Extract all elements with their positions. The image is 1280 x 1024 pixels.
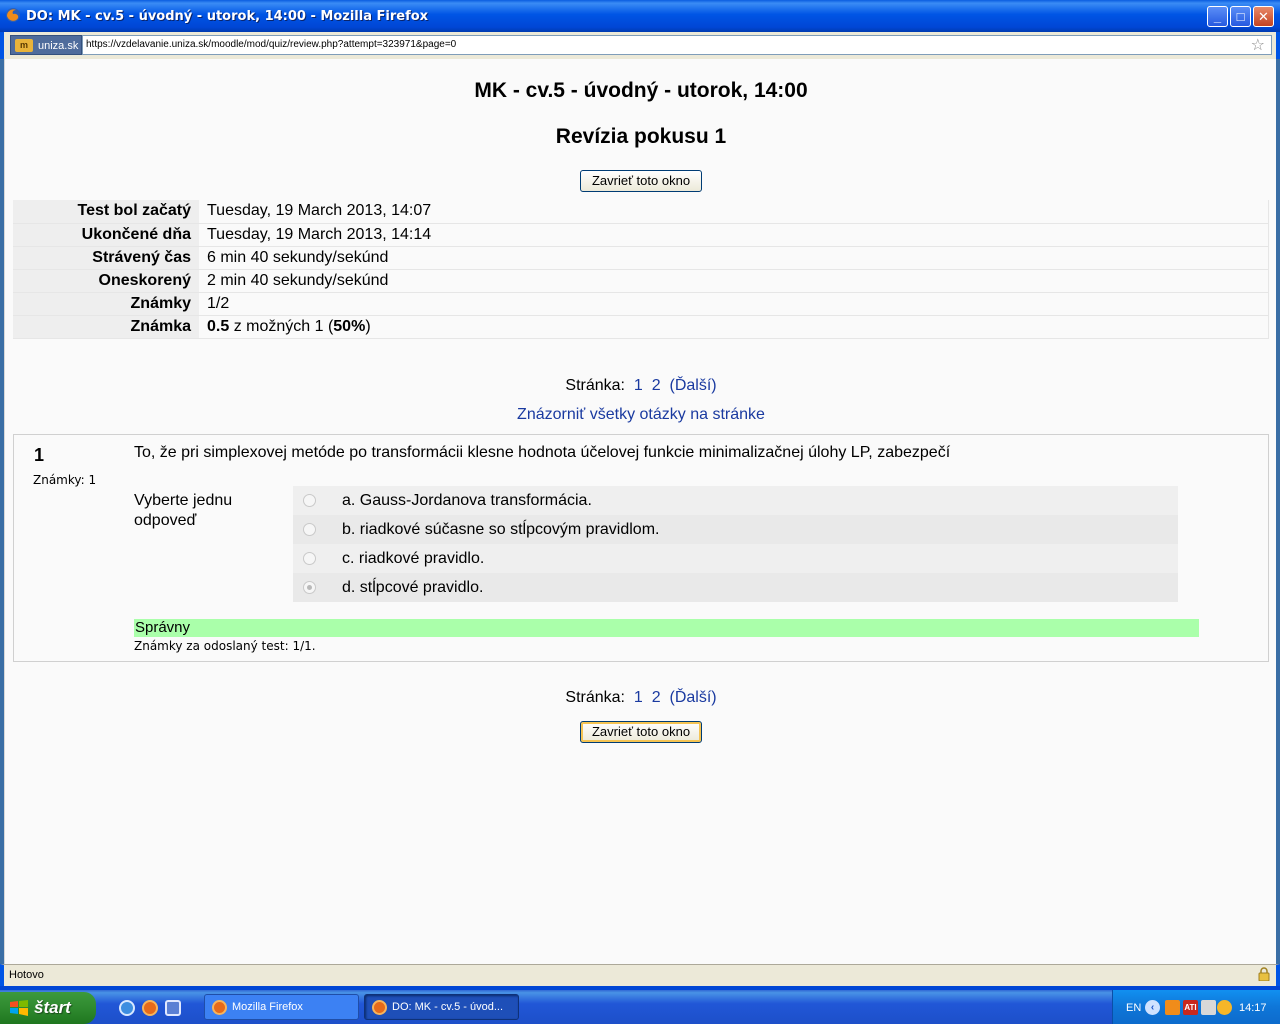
attempt-summary-table: Test bol začatý Tuesday, 19 March 2013, …	[13, 200, 1269, 339]
maximize-button[interactable]: □	[1230, 6, 1251, 27]
summary-row: Test bol začatý Tuesday, 19 March 2013, …	[13, 200, 1269, 224]
review-title: Revízia pokusu 1	[555, 125, 727, 148]
next-page-link[interactable]: (Ďalší)	[669, 689, 716, 706]
page-link-2[interactable]: 2	[652, 377, 661, 394]
page-viewport: MK - cv.5 - úvodný - utorok, 14:00 Revíz…	[4, 59, 1276, 964]
close-window-page-button-bottom[interactable]: Zavrieť toto okno	[580, 721, 702, 743]
summary-value: Tuesday, 19 March 2013, 14:07	[199, 200, 1269, 224]
grade-points: 0.5	[207, 317, 230, 335]
summary-label: Oneskorený	[13, 269, 199, 293]
app-quicklaunch-icon[interactable]	[165, 1000, 181, 1016]
answer-label: b. riadkové súčasne so stĺpcovým pravidl…	[342, 521, 660, 538]
summary-value: Tuesday, 19 March 2013, 14:14	[199, 223, 1269, 247]
firefox-icon	[372, 1000, 387, 1015]
page-link-2[interactable]: 2	[652, 689, 661, 706]
summary-label: Známky	[13, 292, 199, 316]
result-note: Známky za odoslaný test: 1/1.	[134, 639, 316, 653]
question-number: 1	[34, 445, 45, 465]
radio-button[interactable]	[303, 523, 316, 536]
taskbar-item-label: Mozilla Firefox	[232, 1001, 303, 1013]
answer-option[interactable]: d. stĺpcové pravidlo.	[293, 573, 1178, 602]
radio-button[interactable]	[303, 494, 316, 507]
tray-app-icon[interactable]	[1165, 1000, 1180, 1015]
answer-option[interactable]: b. riadkové súčasne so stĺpcovým pravidl…	[293, 515, 1178, 544]
pagination-label: Stránka:	[565, 377, 625, 394]
summary-label: Strávený čas	[13, 246, 199, 270]
show-all-questions-link[interactable]: Znázorniť všetky otázky na stránke	[5, 406, 1276, 424]
system-tray: EN ‹ ATI 14:17	[1112, 990, 1280, 1024]
answer-label: c. riadkové pravidlo.	[342, 550, 485, 567]
summary-row: Známky 1/2	[13, 292, 1269, 316]
radio-button-selected[interactable]	[303, 581, 316, 594]
window-title: DO: MK - cv.5 - úvodný - utorok, 14:00 -…	[26, 9, 429, 24]
pagination: Stránka: 1 2 (Ďalší)	[5, 377, 1276, 395]
grade-text: z možných 1 (	[229, 317, 334, 335]
summary-row: Oneskorený 2 min 40 sekundy/sekúnd	[13, 269, 1269, 293]
taskbar: štart Mozilla Firefox DO: MK - cv.5 - úv…	[0, 990, 1280, 1024]
answer-list: a. Gauss-Jordanova transformácia. b. ria…	[293, 486, 1178, 602]
question-marks: Známky: 1	[33, 473, 97, 487]
summary-value: 2 min 40 sekundy/sekúnd	[199, 269, 1269, 293]
firefox-icon	[212, 1000, 227, 1015]
page-link-1[interactable]: 1	[634, 377, 643, 394]
network-tray-icon[interactable]	[1201, 1000, 1216, 1015]
taskbar-item-label: DO: MK - cv.5 - úvod...	[392, 1001, 504, 1013]
address-bar: m uniza.sk https://vzdelavanie.uniza.sk/…	[0, 32, 1280, 59]
next-page-link[interactable]: (Ďalší)	[669, 377, 716, 394]
close-window-page-button[interactable]: Zavrieť toto okno	[580, 170, 702, 192]
radio-button[interactable]	[303, 552, 316, 565]
summary-value: 6 min 40 sekundy/sekúnd	[199, 246, 1269, 270]
firefox-quicklaunch-icon[interactable]	[142, 1000, 158, 1016]
windows-logo-icon	[10, 1000, 28, 1016]
pagination-bottom: Stránka: 1 2 (Ďalší)	[5, 689, 1276, 707]
summary-label: Známka	[13, 315, 199, 339]
lock-icon[interactable]	[1258, 967, 1270, 981]
answer-label: d. stĺpcové pravidlo.	[342, 579, 484, 596]
grade-close: )	[365, 317, 371, 335]
answer-label: a. Gauss-Jordanova transformácia.	[342, 492, 592, 509]
start-button[interactable]: štart	[0, 992, 96, 1024]
security-tray-icon[interactable]	[1217, 1000, 1232, 1015]
site-favicon-icon: m	[15, 39, 33, 52]
site-identity-badge[interactable]: m uniza.sk	[10, 35, 82, 55]
firefox-icon	[6, 8, 20, 22]
grade-percent: 50%	[333, 317, 366, 335]
language-indicator[interactable]: EN	[1126, 1002, 1141, 1014]
site-identity-label: uniza.sk	[38, 40, 79, 52]
question-prompt: Vyberte jednu odpoveď	[134, 492, 233, 529]
result-banner: Správny	[134, 619, 1199, 637]
summary-row: Známka 0.5 z možných 1 (50%)	[13, 315, 1269, 339]
status-bar: Hotovo	[0, 964, 1280, 986]
summary-value: 0.5 z možných 1 (50%)	[199, 315, 1269, 339]
taskbar-item-quiz-window[interactable]: DO: MK - cv.5 - úvod...	[364, 994, 519, 1020]
ati-tray-icon[interactable]: ATI	[1183, 1000, 1198, 1015]
internet-explorer-icon[interactable]	[119, 1000, 135, 1016]
url-text: https://vzdelavanie.uniza.sk/moodle/mod/…	[86, 39, 457, 50]
clock[interactable]: 14:17	[1239, 1002, 1267, 1014]
summary-value: 1/2	[199, 292, 1269, 316]
answer-option[interactable]: a. Gauss-Jordanova transformácia.	[293, 486, 1178, 515]
question-box: 1 Známky: 1 To, že pri simplexovej metód…	[13, 434, 1269, 662]
page-link-1[interactable]: 1	[634, 689, 643, 706]
window-titlebar[interactable]: DO: MK - cv.5 - úvodný - utorok, 14:00 -…	[0, 0, 1280, 32]
close-window-button[interactable]: ✕	[1253, 6, 1274, 27]
summary-label: Test bol začatý	[13, 200, 199, 224]
pagination-label: Stránka:	[565, 689, 625, 706]
summary-row: Strávený čas 6 min 40 sekundy/sekúnd	[13, 246, 1269, 270]
tray-expand-icon[interactable]: ‹	[1145, 1000, 1160, 1015]
minimize-button[interactable]: _	[1207, 6, 1228, 27]
start-label: štart	[34, 998, 71, 1017]
quiz-title: MK - cv.5 - úvodný - utorok, 14:00	[474, 79, 808, 102]
taskbar-item-firefox[interactable]: Mozilla Firefox	[204, 994, 359, 1020]
status-text: Hotovo	[9, 969, 44, 981]
summary-label: Ukončené dňa	[13, 223, 199, 247]
question-text: To, že pri simplexovej metóde po transfo…	[134, 444, 951, 461]
bookmark-star-icon[interactable]: ☆	[1251, 37, 1265, 55]
url-input[interactable]: https://vzdelavanie.uniza.sk/moodle/mod/…	[82, 35, 1272, 55]
summary-row: Ukončené dňa Tuesday, 19 March 2013, 14:…	[13, 223, 1269, 247]
answer-option[interactable]: c. riadkové pravidlo.	[293, 544, 1178, 573]
